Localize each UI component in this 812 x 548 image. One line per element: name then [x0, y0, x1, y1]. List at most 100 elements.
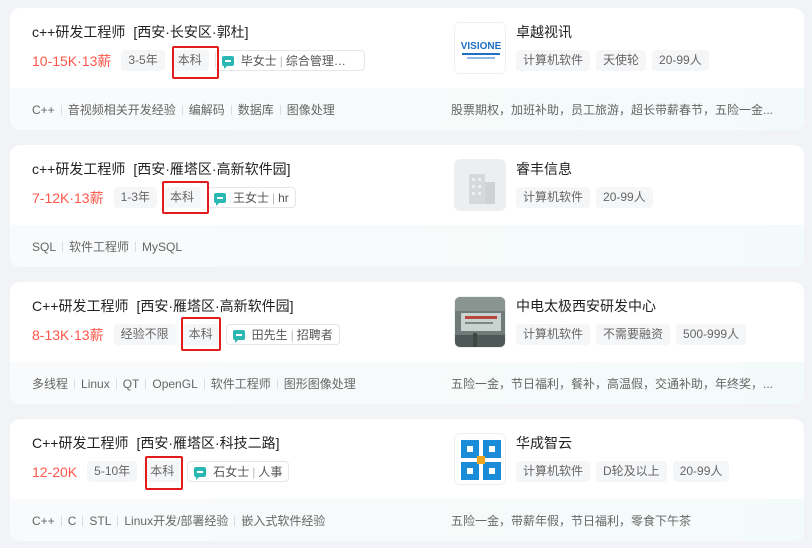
- recruiter-role: 招聘者: [296, 328, 333, 342]
- building-placeholder-icon: [455, 160, 505, 210]
- company-name[interactable]: 睿丰信息: [516, 159, 572, 179]
- skill-tag: 音视频相关开发经验: [67, 103, 176, 117]
- job-info: 10-15K·13薪 3-5年 本科 毕女士 | 综合管理部 ...: [32, 50, 365, 71]
- card-footer: C++ 音视频相关开发经验 编解码 数据库 图像处理 股票期权，加班补助，员工旅…: [10, 88, 804, 130]
- office-photo-icon: [455, 297, 505, 347]
- divider: [62, 241, 64, 252]
- company-name[interactable]: 卓越视讯: [516, 22, 572, 42]
- divider: [276, 378, 278, 389]
- job-title[interactable]: C++研发工程师 [西安·雁塔区·科技二路]: [32, 433, 280, 453]
- company-tag: 20-99人: [652, 50, 709, 71]
- job-title[interactable]: c++研发工程师 [西安·雁塔区·高新软件园]: [32, 159, 290, 179]
- job-card[interactable]: C++研发工程师 [西安·雁塔区·科技二路] 12-20K 5-10年 本科 石女…: [10, 419, 804, 541]
- company-tag: 20-99人: [672, 461, 730, 482]
- logo-text: VISIONE: [461, 41, 502, 52]
- experience-tag: 1-3年: [113, 187, 157, 208]
- skill-tag: 图像处理: [286, 103, 335, 117]
- skill-list: C++ C STL Linux开发/部署经验 嵌入式软件经验: [32, 512, 325, 529]
- skill-tag: 编解码: [188, 103, 225, 117]
- company-tags: 计算机软件 D轮及以上 20-99人: [516, 461, 735, 482]
- salary: 12-20K: [32, 463, 78, 480]
- job-title[interactable]: C++研发工程师 [西安·雁塔区·高新软件园]: [32, 296, 294, 316]
- education-tag: 本科: [170, 50, 209, 71]
- recruiter-name: 王女士: [232, 191, 269, 205]
- job-name[interactable]: c++研发工程师: [32, 24, 125, 40]
- chat-icon: [232, 329, 245, 343]
- recruiter-info[interactable]: 田先生 | 招聘者: [225, 324, 340, 345]
- skill-tag: 图形图像处理: [283, 377, 356, 391]
- education-tag: 本科: [181, 324, 220, 345]
- company-logo[interactable]: [454, 159, 506, 211]
- company-tag: 计算机软件: [516, 187, 591, 208]
- recruiter-name: 田先生: [251, 328, 288, 342]
- welfare-text: 股票期权，加班补助，员工旅游，超长带薪春节，五险一金...: [451, 103, 774, 117]
- company-name[interactable]: 中电太极西安研发中心: [516, 296, 656, 316]
- card-footer: C++ C STL Linux开发/部署经验 嵌入式软件经验 五险一金，带薪年假…: [10, 499, 804, 541]
- education-tag: 本科: [162, 187, 201, 208]
- divider: [203, 378, 205, 389]
- recruiter-info[interactable]: 毕女士 | 综合管理部 ...: [214, 50, 365, 71]
- recruiter-role: hr: [278, 190, 289, 205]
- company-logo[interactable]: VISIONE: [454, 22, 506, 74]
- divider: [82, 515, 84, 526]
- divider: [60, 104, 62, 115]
- company-tags: 计算机软件 不需要融资 500-999人: [516, 324, 752, 345]
- recruiter-separator: |: [290, 327, 294, 342]
- skill-tag: MySQL: [142, 239, 183, 254]
- recruiter-info[interactable]: 王女士 | hr: [206, 187, 296, 208]
- skill-list: 多线程 Linux QT OpenGL 软件工程师 图形图像处理: [32, 375, 356, 392]
- welfare-text: 五险一金，带薪年假，节日福利，零食下午茶: [451, 514, 692, 528]
- recruiter-separator: |: [252, 464, 256, 479]
- skill-tag: STL: [89, 513, 112, 528]
- divider: [60, 515, 62, 526]
- job-location: [西安·雁塔区·高新软件园]: [136, 298, 294, 314]
- job-title[interactable]: c++研发工程师 [西安·长安区·郭杜]: [32, 22, 248, 42]
- job-card[interactable]: c++研发工程师 [西安·长安区·郭杜] 10-15K·13薪 3-5年 本科 毕…: [10, 8, 804, 130]
- job-name[interactable]: C++研发工程师: [32, 298, 128, 314]
- company-tag: 计算机软件: [516, 461, 591, 482]
- company-tag: 20-99人: [596, 187, 653, 208]
- job-info: 7-12K·13薪 1-3年 本科 王女士 | hr: [32, 187, 296, 208]
- experience-tag: 3-5年: [121, 50, 165, 71]
- skill-tag: Linux: [81, 376, 110, 391]
- salary: 10-15K·13薪: [32, 52, 112, 69]
- skill-tag: QT: [122, 376, 140, 391]
- company-tag: 计算机软件: [516, 324, 591, 345]
- recruiter-info[interactable]: 石女士 | 人事: [187, 461, 290, 482]
- skill-tag: 软件工程师: [69, 240, 130, 254]
- recruiter-name: 石女士: [213, 465, 250, 479]
- job-info: 8-13K·13薪 经验不限 本科 田先生 | 招聘者: [32, 324, 340, 345]
- salary: 7-12K·13薪: [32, 189, 104, 206]
- divider: [181, 104, 183, 115]
- skill-tag: OpenGL: [152, 376, 198, 391]
- skill-tag: SQL: [32, 239, 57, 254]
- skill-list: SQL 软件工程师 MySQL: [32, 238, 182, 255]
- welfare-text: 五险一金，节日福利，餐补，高温假，交通补助，年终奖，...: [451, 377, 774, 391]
- skill-tag: C++: [32, 102, 55, 117]
- company-logo[interactable]: [454, 296, 506, 348]
- job-card[interactable]: C++研发工程师 [西安·雁塔区·高新软件园] 8-13K·13薪 经验不限 本科…: [10, 282, 804, 404]
- job-name[interactable]: c++研发工程师: [32, 161, 125, 177]
- job-info: 12-20K 5-10年 本科 石女士 | 人事: [32, 461, 290, 482]
- company-tag: 500-999人: [676, 324, 747, 345]
- divider: [230, 104, 232, 115]
- divider: [279, 104, 281, 115]
- recruiter-role: 人事: [258, 465, 283, 479]
- recruiter-separator: |: [271, 190, 276, 205]
- job-location: [西安·雁塔区·高新软件园]: [133, 161, 291, 177]
- job-name[interactable]: C++研发工程师: [32, 435, 128, 451]
- chat-icon: [194, 466, 207, 480]
- company-logo[interactable]: [454, 433, 506, 485]
- skill-tag: 多线程: [32, 377, 69, 391]
- job-location: [西安·长安区·郭杜]: [133, 24, 249, 40]
- skill-tag: C++: [32, 513, 55, 528]
- recruiter-role: 综合管理部 ...: [285, 54, 358, 68]
- skill-tag: 嵌入式软件经验: [241, 514, 326, 528]
- salary: 8-13K·13薪: [32, 326, 104, 343]
- recruiter-separator: |: [279, 53, 283, 68]
- job-card[interactable]: c++研发工程师 [西安·雁塔区·高新软件园] 7-12K·13薪 1-3年 本科…: [10, 145, 804, 267]
- skill-tag: 软件工程师: [210, 377, 271, 391]
- company-name[interactable]: 华成智云: [516, 433, 572, 453]
- chat-icon: [213, 192, 226, 206]
- huacheng-logo-icon: [455, 434, 505, 484]
